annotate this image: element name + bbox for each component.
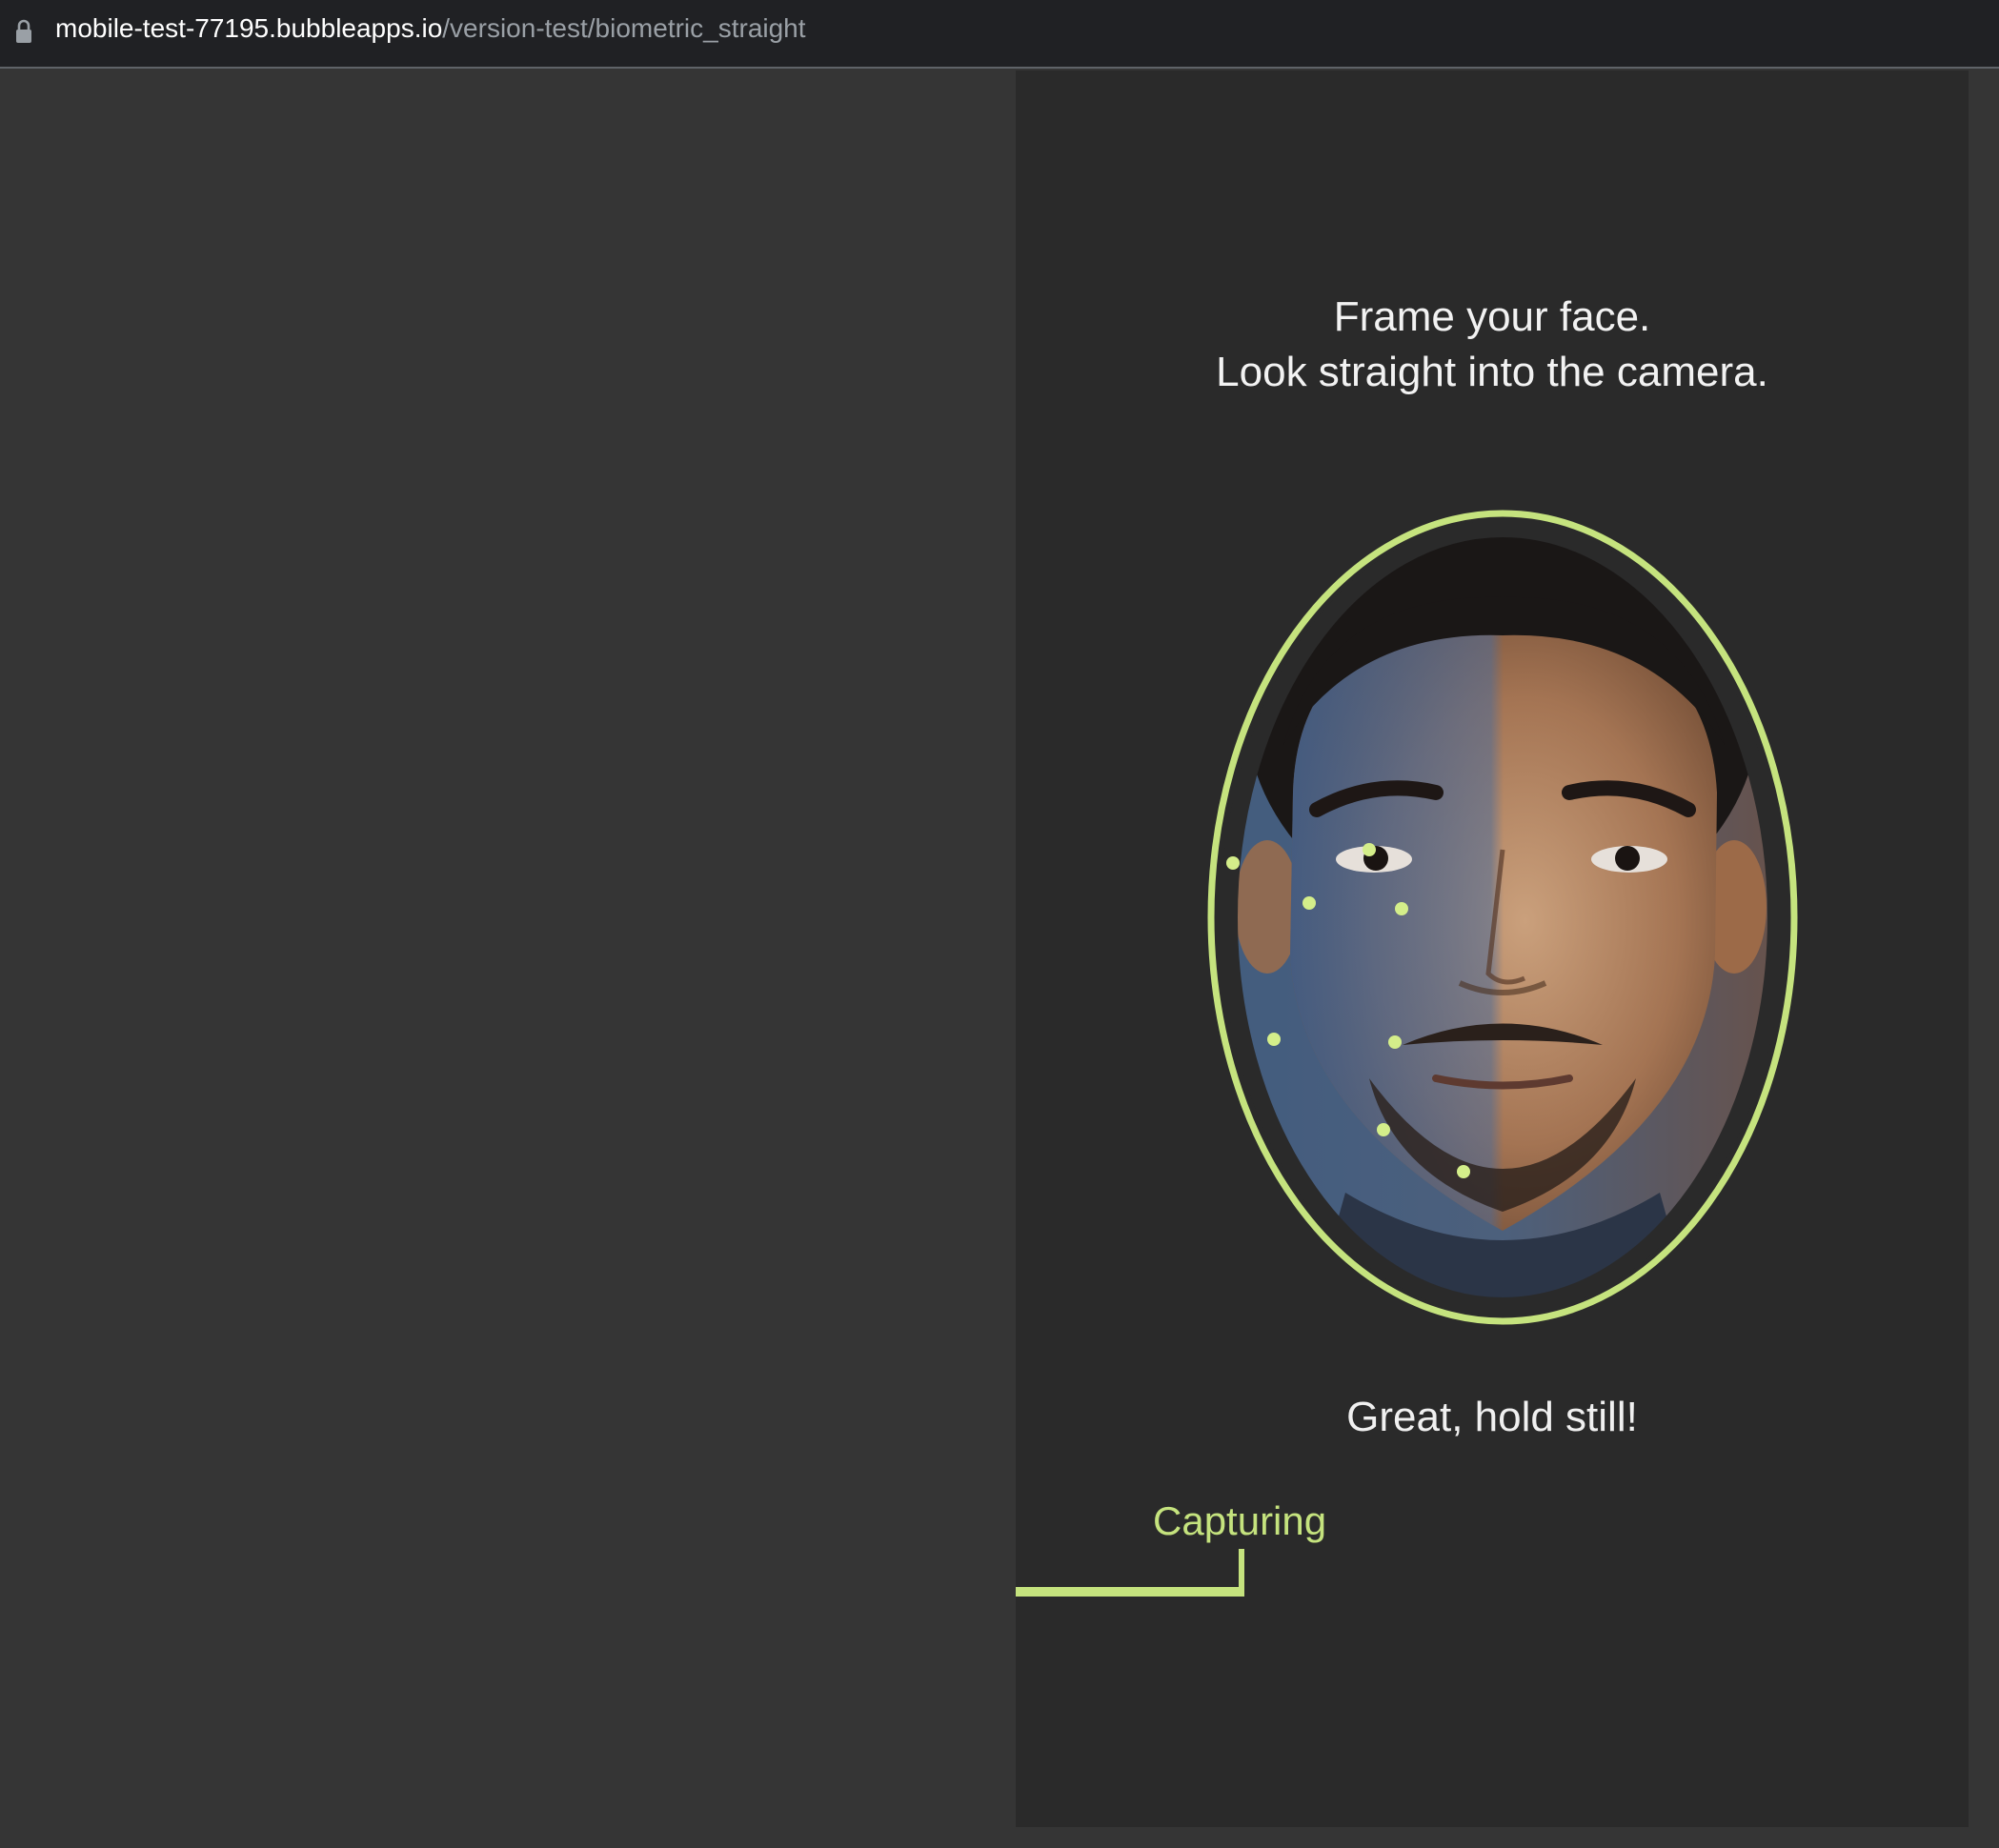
landmark-point [1363, 843, 1376, 856]
url-path: /version-test/biometric_straight [442, 13, 806, 43]
browser-address-bar[interactable]: mobile-test-77195.bubbleapps.io/version-… [0, 0, 1999, 69]
url-text[interactable]: mobile-test-77195.bubbleapps.io/version-… [55, 12, 806, 45]
capture-progress-bar [1016, 1549, 1969, 1597]
lock-icon [16, 19, 31, 43]
capture-progress-fill [1016, 1587, 1244, 1597]
capturing-label: Capturing [1153, 1498, 1327, 1543]
instruction-text: Frame your face. Look straight into the … [1016, 290, 1969, 400]
url-host: mobile-test-77195.bubbleapps.io [55, 13, 443, 43]
face-camera-frame [1207, 510, 1798, 1325]
mobile-canvas: Frame your face. Look straight into the … [1016, 70, 1969, 1827]
landmark-point [1377, 1123, 1390, 1136]
face-photo [1229, 529, 1776, 1306]
capture-progress-marker [1239, 1549, 1244, 1597]
right-edge-background [1969, 70, 1999, 1848]
status-message: Great, hold still! [1346, 1394, 1638, 1440]
instruction-line-1: Frame your face. [1333, 293, 1651, 340]
landmark-point [1267, 1033, 1281, 1046]
landmark-point [1395, 902, 1408, 915]
landmark-point [1388, 1035, 1402, 1049]
landmark-point [1457, 1165, 1470, 1178]
instruction-line-2: Look straight into the camera. [1216, 349, 1768, 395]
landmark-point [1226, 856, 1240, 870]
landmark-point [1302, 896, 1316, 910]
